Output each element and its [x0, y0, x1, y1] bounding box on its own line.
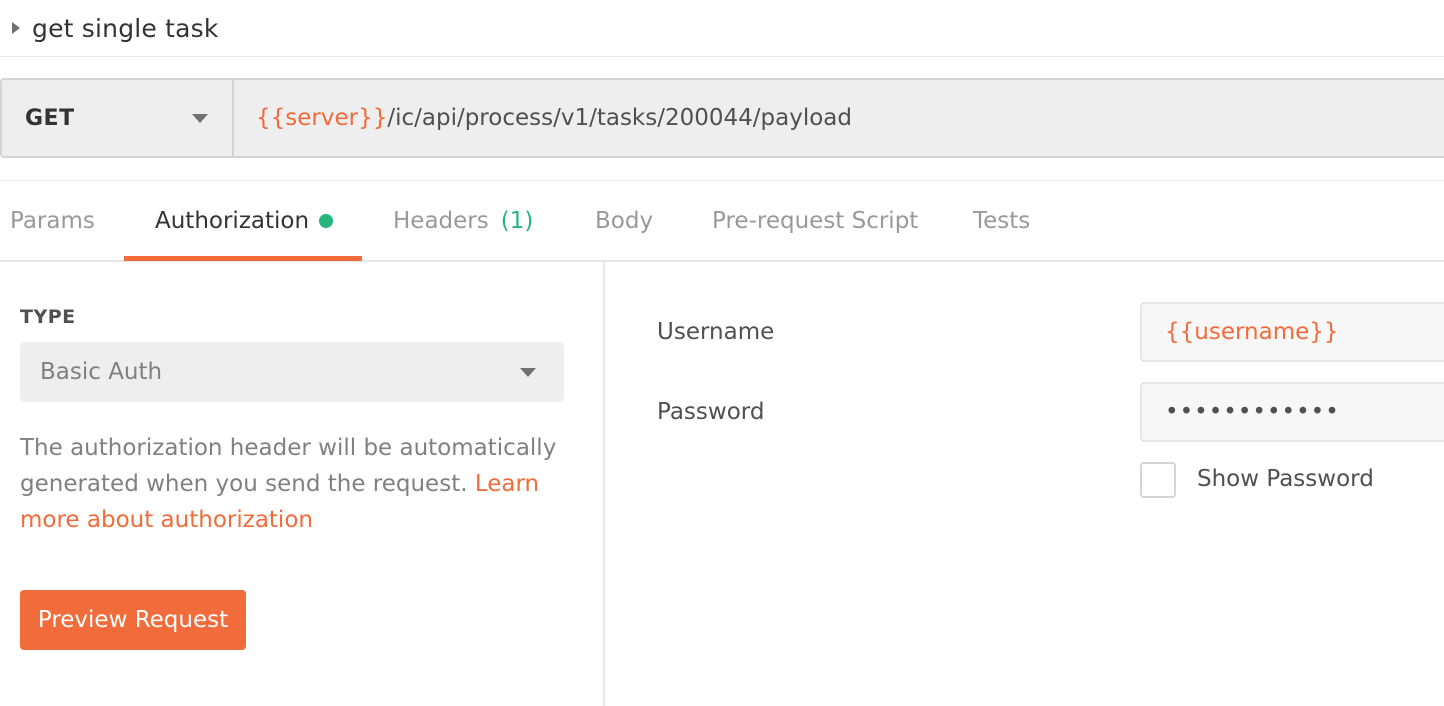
tab-label: Headers — [393, 208, 489, 234]
request-editor: get single task GET {{server}}/ic/api/pr… — [0, 0, 1444, 706]
tab-pre-request-script[interactable]: Pre-request Script — [712, 181, 918, 261]
tab-authorization[interactable]: Authorization — [155, 181, 334, 261]
password-label: Password — [657, 399, 765, 425]
tab-params[interactable]: Params — [10, 181, 95, 261]
request-tabs: Params Authorization Headers (1) Body Pr… — [0, 180, 1444, 262]
method-label: GET — [25, 105, 75, 131]
request-title-bar: get single task — [0, 0, 1444, 57]
chevron-down-icon — [192, 113, 208, 123]
tab-label: Authorization — [155, 208, 310, 234]
tab-label: Body — [595, 208, 654, 234]
auth-help-text: The authorization header will be automat… — [20, 430, 580, 538]
type-heading: TYPE — [20, 306, 76, 328]
tab-label: Pre-request Script — [712, 208, 919, 234]
chevron-down-icon — [520, 367, 536, 377]
tab-body[interactable]: Body — [595, 181, 653, 261]
request-url-bar: GET {{server}}/ic/api/process/v1/tasks/2… — [0, 78, 1444, 158]
password-field[interactable]: •••••••••••• — [1140, 382, 1444, 442]
tab-headers[interactable]: Headers (1) — [393, 181, 533, 261]
headers-count-badge: (1) — [500, 208, 534, 234]
tab-label: Tests — [973, 208, 1031, 234]
tab-tests[interactable]: Tests — [973, 181, 1030, 261]
preview-request-button[interactable]: Preview Request — [20, 590, 246, 650]
show-password-checkbox[interactable] — [1140, 462, 1176, 498]
active-tab-underline — [124, 256, 362, 261]
url-path: /ic/api/process/v1/tasks/200044/payload — [387, 105, 852, 131]
request-title[interactable]: get single task — [32, 14, 219, 43]
url-variable: {{server}} — [256, 105, 388, 131]
active-indicator-dot-icon — [319, 214, 334, 228]
caret-right-icon[interactable] — [12, 22, 20, 34]
show-password-label[interactable]: Show Password — [1197, 466, 1374, 492]
tab-label: Params — [10, 208, 95, 234]
auth-type-panel: TYPE Basic Auth The authorization header… — [0, 262, 605, 706]
auth-type-value: Basic Auth — [40, 359, 163, 385]
auth-credentials-panel: Username {{username}} Password •••••••••… — [607, 262, 1444, 706]
method-select[interactable]: GET — [2, 80, 234, 156]
username-field[interactable]: {{username}} — [1140, 302, 1444, 362]
username-label: Username — [657, 319, 775, 345]
url-input[interactable]: {{server}}/ic/api/process/v1/tasks/20004… — [234, 80, 1444, 156]
auth-type-select[interactable]: Basic Auth — [20, 342, 564, 402]
